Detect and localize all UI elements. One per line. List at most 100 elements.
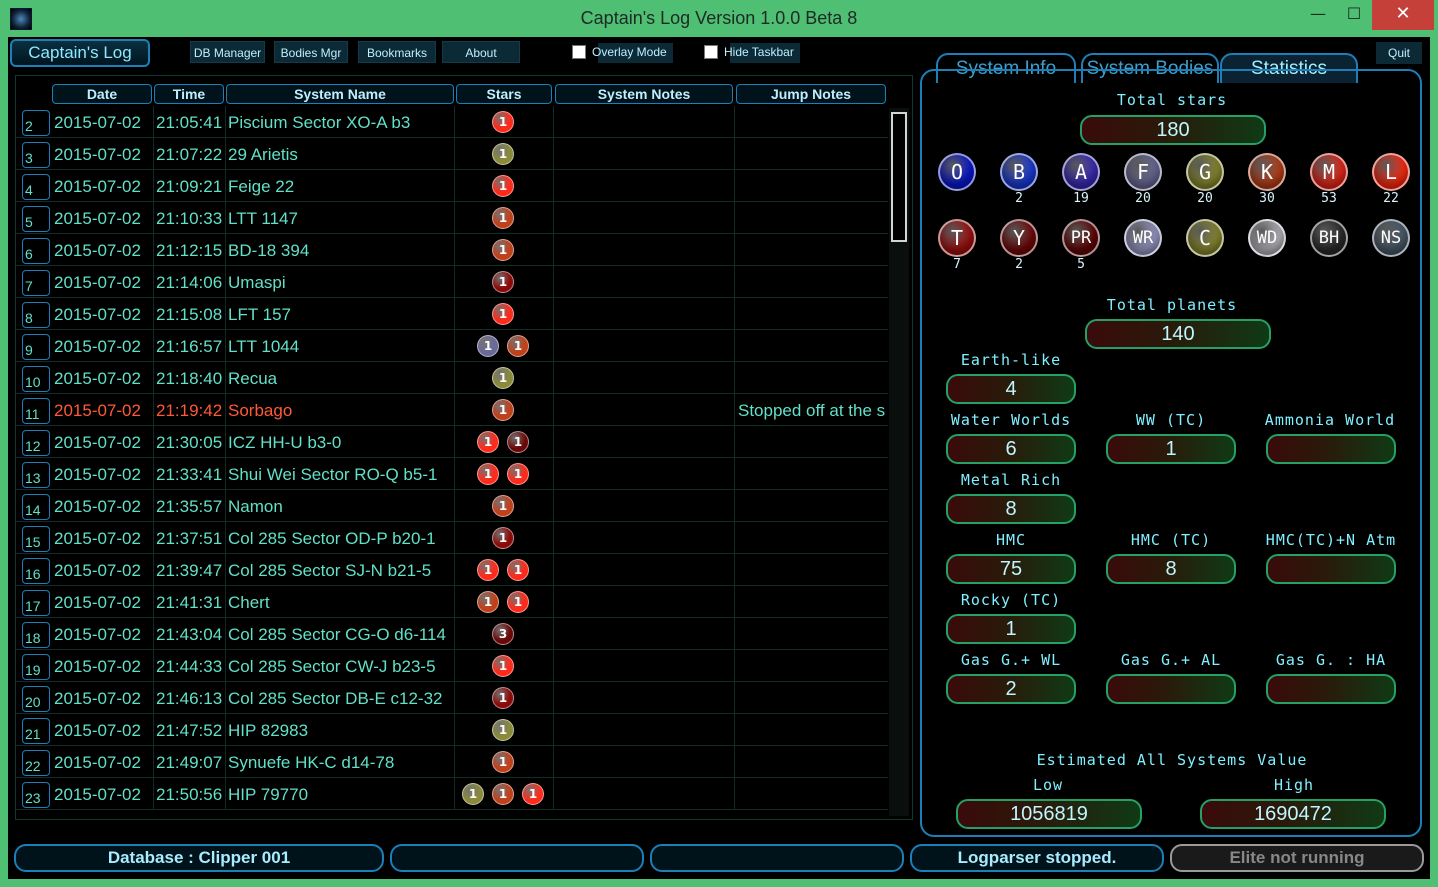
- star-count-badge[interactable]: 1: [507, 559, 529, 581]
- table-row[interactable]: 23 2015-07-02 21:50:56 HIP 79770 1 1 1: [16, 778, 888, 810]
- star-count-badge[interactable]: 1: [492, 175, 514, 197]
- table-row[interactable]: 13 2015-07-02 21:33:41 Shui Wei Sector RO-Q…: [16, 458, 888, 490]
- row-number[interactable]: 17: [22, 590, 50, 616]
- star-count-badge[interactable]: 1: [492, 367, 514, 389]
- table-row[interactable]: 5 2015-07-02 21:10:33 LTT 1147 1: [16, 202, 888, 234]
- row-number[interactable]: 3: [22, 142, 50, 168]
- row-number[interactable]: 13: [22, 462, 50, 488]
- column-divider: [553, 234, 554, 266]
- table-row[interactable]: 21 2015-07-02 21:47:52 HIP 82983 1: [16, 714, 888, 746]
- db-manager-button[interactable]: DB Manager: [190, 41, 265, 63]
- star-count-badge[interactable]: 1: [492, 111, 514, 133]
- star-badges: 1: [454, 234, 552, 266]
- star-count-badge[interactable]: 1: [477, 559, 499, 581]
- table-row[interactable]: 22 2015-07-02 21:49:07 Synuefe HK-C d14-78 1: [16, 746, 888, 778]
- table-row[interactable]: 6 2015-07-02 21:12:15 BD-18 394 1: [16, 234, 888, 266]
- star-count-badge[interactable]: 3: [492, 623, 514, 645]
- table-row[interactable]: 19 2015-07-02 21:44:33 Col 285 Sector CW-J …: [16, 650, 888, 682]
- cell-date: 2015-07-02: [54, 785, 141, 804]
- table-row[interactable]: 7 2015-07-02 21:14:06 Umaspi 1: [16, 266, 888, 298]
- star-count-badge[interactable]: 1: [492, 495, 514, 517]
- star-count-badge[interactable]: 1: [522, 783, 544, 805]
- row-number[interactable]: 2: [22, 110, 50, 136]
- star-count-badge[interactable]: 1: [492, 719, 514, 741]
- row-number[interactable]: 18: [22, 622, 50, 648]
- col-header-jump-notes[interactable]: Jump Notes: [736, 84, 886, 104]
- star-count-badge[interactable]: 1: [492, 271, 514, 293]
- row-number[interactable]: 20: [22, 686, 50, 712]
- row-number[interactable]: 22: [22, 750, 50, 776]
- row-number[interactable]: 4: [22, 174, 50, 200]
- star-count-badge[interactable]: 1: [507, 591, 529, 613]
- table-row[interactable]: 14 2015-07-02 21:35:57 Namon 1: [16, 490, 888, 522]
- star-count-badge[interactable]: 1: [492, 751, 514, 773]
- hide-taskbar-box[interactable]: [704, 44, 718, 59]
- star-badges: 1: [454, 650, 552, 682]
- star-count-badge[interactable]: 1: [492, 239, 514, 261]
- hide-taskbar-checkbox[interactable]: Hide Taskbar: [704, 43, 800, 63]
- star-count-badge[interactable]: 1: [507, 431, 529, 453]
- star-count-badge[interactable]: 1: [492, 687, 514, 709]
- log-scrollbar[interactable]: [889, 108, 909, 816]
- maximize-button[interactable]: ☐: [1338, 0, 1370, 30]
- star-count-badge[interactable]: 1: [477, 431, 499, 453]
- row-number[interactable]: 14: [22, 494, 50, 520]
- star-count-badge[interactable]: 1: [507, 463, 529, 485]
- table-row[interactable]: 4 2015-07-02 21:09:21 Feige 22 1: [16, 170, 888, 202]
- row-number[interactable]: 10: [22, 366, 50, 392]
- star-count-badge[interactable]: 1: [477, 335, 499, 357]
- star-count-badge[interactable]: 1: [492, 655, 514, 677]
- row-number[interactable]: 5: [22, 206, 50, 232]
- row-number[interactable]: 7: [22, 270, 50, 296]
- row-number[interactable]: 6: [22, 238, 50, 264]
- table-row[interactable]: 12 2015-07-02 21:30:05 ICZ HH-U b3-0 1 1: [16, 426, 888, 458]
- row-number[interactable]: 11: [22, 398, 50, 424]
- star-count-badge[interactable]: 1: [492, 399, 514, 421]
- table-row[interactable]: 9 2015-07-02 21:16:57 LTT 1044 1 1: [16, 330, 888, 362]
- row-number[interactable]: 19: [22, 654, 50, 680]
- col-header-system-name[interactable]: System Name: [226, 84, 454, 104]
- star-count-badge[interactable]: 1: [492, 527, 514, 549]
- bodies-mgr-button[interactable]: Bodies Mgr: [274, 41, 348, 63]
- star-count-badge[interactable]: 1: [462, 783, 484, 805]
- quit-button[interactable]: Quit: [1376, 42, 1422, 64]
- star-count-badge[interactable]: 1: [492, 783, 514, 805]
- log-scrollbar-thumb[interactable]: [891, 112, 907, 242]
- table-row[interactable]: 20 2015-07-02 21:46:13 Col 285 Sector DB-E …: [16, 682, 888, 714]
- row-number[interactable]: 9: [22, 334, 50, 360]
- star-count-badge[interactable]: 1: [477, 463, 499, 485]
- star-count-badge[interactable]: 1: [492, 303, 514, 325]
- star-count-badge[interactable]: 1: [492, 207, 514, 229]
- row-number[interactable]: 16: [22, 558, 50, 584]
- row-number[interactable]: 12: [22, 430, 50, 456]
- col-header-date[interactable]: Date: [52, 84, 152, 104]
- about-button[interactable]: About: [442, 41, 520, 63]
- bookmarks-button[interactable]: Bookmarks: [358, 41, 436, 63]
- col-header-system-notes[interactable]: System Notes: [555, 84, 733, 104]
- table-row[interactable]: 11 2015-07-02 21:19:42 Sorbago Stopped off a…: [16, 394, 888, 426]
- table-row[interactable]: 8 2015-07-02 21:15:08 LFT 157 1: [16, 298, 888, 330]
- table-row[interactable]: 3 2015-07-02 21:07:22 29 Arietis 1: [16, 138, 888, 170]
- cell-date: 2015-07-02: [54, 465, 141, 484]
- col-header-stars[interactable]: Stars: [456, 84, 552, 104]
- table-row[interactable]: 18 2015-07-02 21:43:04 Col 285 Sector CG-O …: [16, 618, 888, 650]
- close-button[interactable]: ✕: [1372, 0, 1434, 30]
- captains-log-tab[interactable]: Captain's Log: [10, 39, 150, 67]
- minimize-button[interactable]: —: [1302, 0, 1334, 30]
- row-number[interactable]: 8: [22, 302, 50, 328]
- column-divider: [734, 746, 735, 778]
- row-number[interactable]: 23: [22, 782, 50, 808]
- star-count-badge[interactable]: 1: [492, 143, 514, 165]
- table-row[interactable]: 15 2015-07-02 21:37:51 Col 285 Sector OD-P …: [16, 522, 888, 554]
- star-count-badge[interactable]: 1: [507, 335, 529, 357]
- table-row[interactable]: 17 2015-07-02 21:41:31 Chert 1 1: [16, 586, 888, 618]
- row-number[interactable]: 21: [22, 718, 50, 744]
- table-row[interactable]: 10 2015-07-02 21:18:40 Recua 1: [16, 362, 888, 394]
- table-row[interactable]: 2 2015-07-02 21:05:41 Piscium Sector XO-A b…: [16, 106, 888, 138]
- overlay-mode-checkbox[interactable]: Overlay Mode: [572, 43, 673, 63]
- overlay-mode-box[interactable]: [572, 44, 586, 59]
- star-count-badge[interactable]: 1: [477, 591, 499, 613]
- col-header-time[interactable]: Time: [154, 84, 224, 104]
- table-row[interactable]: 16 2015-07-02 21:39:47 Col 285 Sector SJ-N …: [16, 554, 888, 586]
- row-number[interactable]: 15: [22, 526, 50, 552]
